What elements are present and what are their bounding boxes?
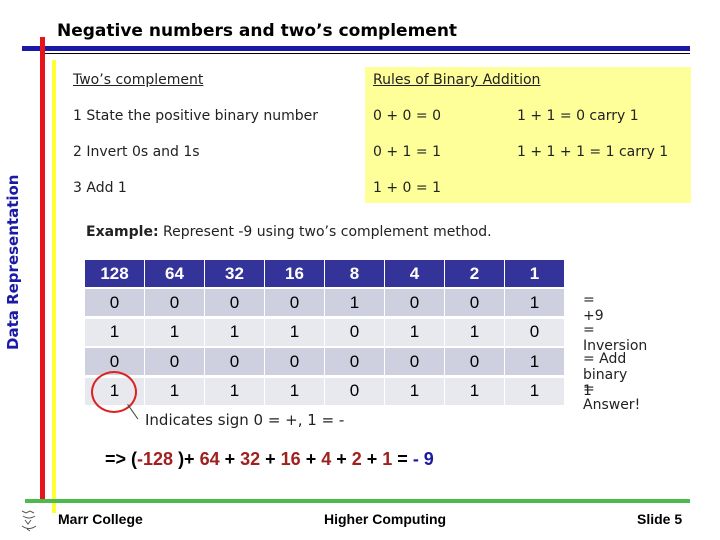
table-cell: 1 xyxy=(265,318,324,346)
eq-term: 1 xyxy=(382,449,393,469)
table-cell: 0 xyxy=(505,318,564,346)
eq-term: 32 xyxy=(240,449,261,469)
table-cell: 1 xyxy=(265,377,324,405)
column-header: 32 xyxy=(205,260,264,287)
table-cell: 1 xyxy=(505,348,564,375)
table-cell: 1 xyxy=(445,377,504,405)
table-cell: 0 xyxy=(205,289,264,316)
example-body: Represent -9 using two’s complement meth… xyxy=(158,224,492,240)
eq-part: )+ xyxy=(173,449,200,469)
rule: 0 + 0 = 0 xyxy=(373,108,441,124)
column-header: 8 xyxy=(325,260,384,287)
title-underline xyxy=(44,53,690,54)
steps-heading: Two’s complement xyxy=(73,72,204,88)
table-cell: 0 xyxy=(385,348,444,375)
title-divider xyxy=(22,46,690,51)
column-header: 128 xyxy=(85,260,144,287)
eq-plus: + xyxy=(260,449,281,469)
eq-plus: + xyxy=(300,449,322,469)
table-cell: 0 xyxy=(385,289,444,316)
eq-result: - 9 xyxy=(412,449,434,469)
table-cell: 0 xyxy=(325,318,384,346)
eq-plus: + xyxy=(361,449,383,469)
example-text: Example: Represent -9 using two’s comple… xyxy=(86,224,492,240)
slide-number: Slide 5 xyxy=(637,511,683,527)
step-1: 1 State the positive binary number xyxy=(73,108,319,124)
sign-note: Indicates sign 0 = +, 1 = - xyxy=(145,411,345,429)
college-crest-icon xyxy=(21,510,37,532)
rule: 1 + 1 = 0 carry 1 xyxy=(517,108,639,124)
callout-line xyxy=(127,404,139,420)
table-cell: 0 xyxy=(445,289,504,316)
eq-part: => ( xyxy=(105,449,138,469)
table-cell: 1 xyxy=(205,318,264,346)
row-label: = Answer! xyxy=(583,380,641,413)
table-cell: 1 xyxy=(325,289,384,316)
footer-center: Higher Computing xyxy=(324,511,447,527)
red-vertical-bar xyxy=(40,37,45,500)
column-header: 1 xyxy=(505,260,564,287)
result-equation: => (-128 )+ 64 + 32 + 16 + 4 + 2 + 1 = -… xyxy=(105,449,434,470)
table-cell: 0 xyxy=(145,348,204,375)
column-header: 16 xyxy=(265,260,324,287)
table-cell: 1 xyxy=(85,318,144,346)
table-cell: 1 xyxy=(445,318,504,346)
rule: 0 + 1 = 1 xyxy=(373,144,441,160)
table-cell: 1 xyxy=(145,377,204,405)
column-header: 4 xyxy=(385,260,444,287)
table-cell: 0 xyxy=(205,348,264,375)
table-cell: 1 xyxy=(505,289,564,316)
row-label: = +9 xyxy=(583,292,604,324)
table-cell: 0 xyxy=(145,289,204,316)
footer-divider xyxy=(25,499,690,503)
eq-term: 64 xyxy=(199,449,220,469)
table-cell: 1 xyxy=(145,318,204,346)
table-cell: 0 xyxy=(325,377,384,405)
footer-left: Marr College xyxy=(58,511,143,527)
table-cell: 1 xyxy=(505,377,564,405)
table-cell: 0 xyxy=(325,348,384,375)
table-cell: 0 xyxy=(445,348,504,375)
page-title: Negative numbers and two’s complement xyxy=(57,21,458,41)
example-label: Example: xyxy=(86,224,159,240)
column-header: 2 xyxy=(445,260,504,287)
step-2: 2 Invert 0s and 1s xyxy=(73,144,200,160)
table-cell: 0 xyxy=(85,289,144,316)
eq-term: -128 xyxy=(137,449,174,469)
eq-term: 4 xyxy=(321,449,332,469)
eq-term: 2 xyxy=(351,449,362,469)
eq-plus: + xyxy=(219,449,241,469)
column-header: 64 xyxy=(145,260,204,287)
yellow-vertical-bar xyxy=(52,60,56,513)
table-cell: 1 xyxy=(385,318,444,346)
eq-plus: + xyxy=(331,449,352,469)
step-3: 3 Add 1 xyxy=(73,180,127,196)
table-cell: 0 xyxy=(265,289,324,316)
rule: 1 + 1 + 1 = 1 carry 1 xyxy=(517,144,669,160)
table-cell: 1 xyxy=(385,377,444,405)
eq-equals: = xyxy=(392,449,413,469)
table-cell: 0 xyxy=(265,348,324,375)
table-cell: 1 xyxy=(205,377,264,405)
section-label: Data Representation xyxy=(4,174,22,351)
rule: 1 + 0 = 1 xyxy=(373,180,441,196)
eq-term: 16 xyxy=(280,449,301,469)
rules-heading: Rules of Binary Addition xyxy=(373,72,541,88)
row-label: = Inversion xyxy=(583,321,648,354)
